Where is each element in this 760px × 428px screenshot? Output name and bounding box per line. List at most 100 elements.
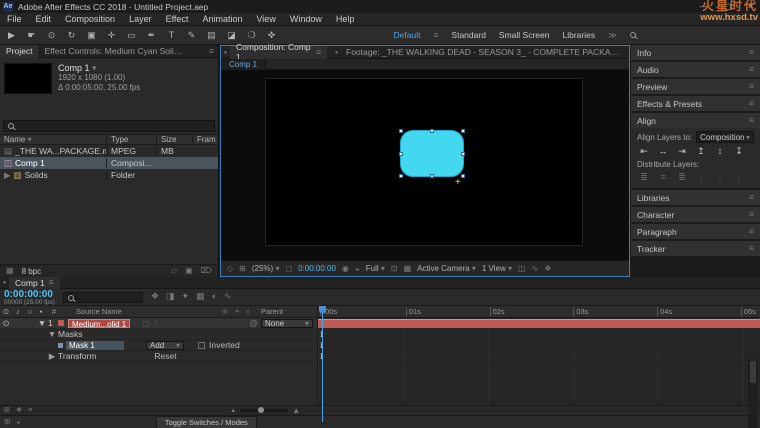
- column-header-type[interactable]: Type: [106, 135, 156, 144]
- menu-item[interactable]: View: [249, 14, 282, 24]
- menu-item[interactable]: Composition: [58, 14, 122, 24]
- mask-vertex-handle[interactable]: [399, 152, 403, 156]
- item-caret-icon[interactable]: ▾: [92, 64, 97, 73]
- mini-flowchart-icon[interactable]: ❖: [544, 265, 551, 273]
- distribute-right-icon[interactable]: ⋮: [732, 172, 746, 183]
- interpret-footage-icon[interactable]: ▦: [6, 267, 14, 275]
- hide-shy-toggle[interactable]: ✦: [182, 292, 190, 301]
- graph-editor-toggle[interactable]: ∿: [224, 292, 232, 301]
- workspace-tab-default[interactable]: Default: [394, 30, 421, 40]
- twirl-closed-icon[interactable]: ▶: [46, 352, 58, 361]
- label-color-chip[interactable]: [58, 320, 64, 326]
- parent-pickwhip-icon[interactable]: @: [249, 319, 258, 328]
- project-row-footage[interactable]: ▤_THE WA...PACKAGE.mp4 MPEG MB: [0, 145, 218, 157]
- twirl-open-icon[interactable]: ▼: [46, 330, 58, 339]
- hand-tool-icon[interactable]: ☛: [26, 31, 37, 40]
- region-of-interest-icon[interactable]: ⊡: [391, 265, 398, 273]
- collapsed-panel-header[interactable]: Tracker ≡: [631, 241, 760, 256]
- view-dropdown[interactable]: Active Camera ▾: [417, 264, 476, 273]
- tab-project[interactable]: Project: [0, 45, 38, 58]
- align-right-icon[interactable]: ⇥: [675, 146, 689, 157]
- column-header-frames[interactable]: Fram: [192, 135, 218, 144]
- pixel-aspect-icon[interactable]: ◫: [518, 265, 526, 273]
- viewer-timecode[interactable]: 0:00:00:00: [298, 264, 336, 273]
- masks-group-row[interactable]: ▼ Masks: [0, 329, 317, 340]
- type-tool-icon[interactable]: T: [166, 31, 177, 40]
- pen-tool-icon[interactable]: ✒: [146, 31, 157, 40]
- workspace-overflow-icon[interactable]: ≫: [608, 31, 617, 40]
- inverted-checkbox[interactable]: [198, 342, 205, 349]
- workspace-tab[interactable]: Small Screen: [499, 30, 550, 40]
- mask-visibility-icon[interactable]: ◻: [285, 265, 292, 273]
- mini-flowchart-toggle[interactable]: ❖: [151, 292, 159, 301]
- menu-item[interactable]: Help: [329, 14, 362, 24]
- camera-tool-icon[interactable]: ▣: [86, 31, 97, 40]
- timeline-vertical-scrollbar[interactable]: [748, 359, 758, 428]
- twirl-open-icon[interactable]: ▼: [36, 319, 48, 328]
- zoom-out-icon[interactable]: ❖: [16, 407, 22, 414]
- mask-vertex-handle[interactable]: [430, 129, 434, 133]
- panel-menu-icon[interactable]: ≡: [749, 82, 754, 91]
- mask-vertex-handle[interactable]: [461, 129, 465, 133]
- composition-viewer[interactable]: +: [221, 70, 629, 260]
- transform-reset-link[interactable]: Reset: [154, 351, 176, 361]
- brush-tool-icon[interactable]: ✎: [186, 31, 197, 40]
- resolution-dropdown[interactable]: Full ▾: [366, 264, 385, 273]
- panel-menu-icon[interactable]: ≡: [749, 99, 754, 108]
- mask-1-row[interactable]: Mask 1 Add▾ Inverted: [0, 340, 317, 351]
- new-folder-icon[interactable]: ▱: [171, 267, 177, 275]
- distribute-top-icon[interactable]: ≣: [637, 172, 651, 183]
- collapsed-panel-header[interactable]: Libraries ≡: [631, 190, 760, 205]
- transparency-grid-icon[interactable]: ▦: [404, 265, 412, 273]
- pan-behind-tool-icon[interactable]: ✛: [106, 31, 117, 40]
- composition-panel-menu-icon[interactable]: ≡: [316, 48, 321, 57]
- collapsed-panel-header[interactable]: Paragraph ≡: [631, 224, 760, 239]
- collapsed-panel-header[interactable]: Character ≡: [631, 207, 760, 222]
- project-row-solids[interactable]: ▶▥Solids Folder: [0, 169, 218, 181]
- current-timecode[interactable]: 0:00:00:00: [4, 290, 55, 299]
- always-preview-icon[interactable]: ◇: [227, 265, 233, 273]
- viewer-tab-comp1[interactable]: Comp 1: [221, 59, 266, 70]
- mask-vertex-handle[interactable]: [399, 174, 403, 178]
- grid-guides-icon[interactable]: ⊞: [239, 265, 246, 273]
- panel-menu-icon[interactable]: ≡: [749, 227, 754, 236]
- panel-menu-icon[interactable]: ≡: [749, 116, 754, 125]
- fast-previews-icon[interactable]: ∿: [532, 265, 539, 273]
- align-bottom-icon[interactable]: ↧: [732, 146, 746, 157]
- timeline-zoom-slider[interactable]: [240, 409, 288, 412]
- align-center-horizontal-icon[interactable]: ↔: [656, 146, 670, 157]
- align-left-icon[interactable]: ⇤: [637, 146, 651, 157]
- panel-menu-icon[interactable]: ≡: [749, 48, 754, 57]
- column-header-size[interactable]: Size: [156, 135, 192, 144]
- panel-menu-icon[interactable]: ≡: [749, 210, 754, 219]
- distribute-bottom-icon[interactable]: ≣: [675, 172, 689, 183]
- frame-blend-toggle[interactable]: ▦: [196, 292, 205, 301]
- timeline-tab-comp1[interactable]: Comp 1 ≡: [9, 277, 60, 289]
- mask-vertex-handle[interactable]: [399, 129, 403, 133]
- render-queue-icon[interactable]: ⊞: [4, 418, 10, 426]
- composition-frame[interactable]: +: [265, 78, 583, 246]
- mask-name[interactable]: Mask 1: [66, 341, 124, 350]
- panel-menu-icon[interactable]: ≡: [749, 193, 754, 202]
- transform-group-row[interactable]: ▶ Transform Reset: [0, 351, 317, 362]
- time-ruler[interactable]: :00s01s02s03s04s05s: [318, 306, 760, 317]
- align-panel-header[interactable]: Align ≡: [631, 113, 760, 128]
- column-header-name[interactable]: Name ▾: [0, 135, 106, 144]
- distribute-center-horizontal-icon[interactable]: ⋮: [713, 172, 727, 183]
- tab-effect-controls[interactable]: Effect Controls: Medium Cyan Solid 1: [38, 46, 188, 56]
- view-layout-dropdown[interactable]: 1 View ▾: [482, 264, 512, 273]
- tab-footage[interactable]: Footage: _THE WALKING DEAD - SEASON 3_ -…: [340, 47, 629, 57]
- roto-brush-tool-icon[interactable]: ❍: [246, 31, 257, 40]
- channels-icon[interactable]: ◒: [355, 265, 360, 273]
- track-area[interactable]: I I I: [318, 318, 760, 405]
- parent-dropdown[interactable]: None▾: [261, 319, 313, 328]
- zoom-to-full-icon[interactable]: ▲: [292, 407, 300, 415]
- menu-item[interactable]: Effect: [159, 14, 196, 24]
- collapsed-panel-header[interactable]: Info ≡: [631, 45, 760, 60]
- menu-item[interactable]: Animation: [195, 14, 249, 24]
- panel-menu-icon[interactable]: ≡: [749, 65, 754, 74]
- mask-vertex-handle[interactable]: [430, 174, 434, 178]
- menu-item[interactable]: Window: [283, 14, 329, 24]
- mask-mode-dropdown[interactable]: Add▾: [146, 341, 184, 350]
- layer-row-1[interactable]: ⊙ ▼ 1 Medium...olid 1 ◻ ⁄ @ None▾: [0, 318, 317, 329]
